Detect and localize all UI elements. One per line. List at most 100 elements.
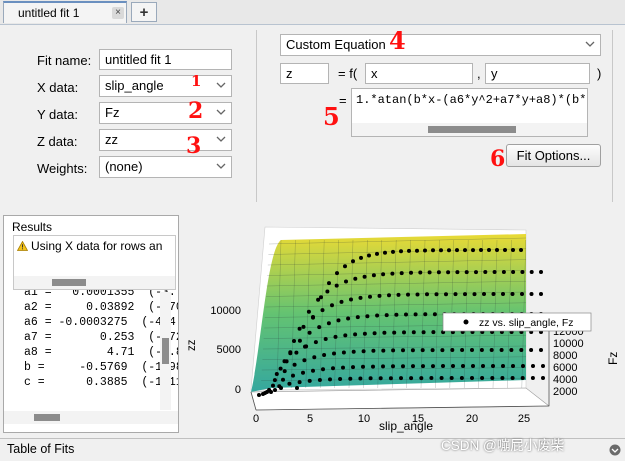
scrollbar-thumb[interactable] xyxy=(34,414,60,421)
data-point xyxy=(471,248,475,253)
data-point xyxy=(368,294,372,299)
data-point xyxy=(261,392,265,396)
tab-untitled-fit-1[interactable]: untitled fit 1 × xyxy=(3,1,127,23)
data-point xyxy=(464,270,469,275)
y-tick-label: 2000 xyxy=(553,386,577,398)
data-point xyxy=(349,297,353,302)
equation-horizontal-scrollbar[interactable] xyxy=(352,123,587,136)
data-point xyxy=(396,292,401,297)
coefficient-row: a6 = -0.0003275 (-4.4 xyxy=(24,316,176,329)
data-point xyxy=(479,248,483,252)
z-axis-label: zz xyxy=(186,339,198,351)
data-point xyxy=(361,364,365,369)
data-point xyxy=(297,338,302,343)
fit-name-field[interactable]: untitled fit 1 xyxy=(99,49,232,70)
data-point xyxy=(391,364,395,369)
scrollbar-thumb[interactable] xyxy=(162,338,169,364)
data-point xyxy=(271,383,275,388)
weights-select[interactable]: (none) xyxy=(99,156,232,178)
chevron-down-icon xyxy=(216,109,226,115)
close-tab-icon[interactable]: × xyxy=(112,7,124,19)
data-point xyxy=(539,270,543,274)
data-point xyxy=(539,348,543,352)
data-point xyxy=(383,250,387,255)
annotation-1: 1 xyxy=(191,72,202,90)
data-point xyxy=(302,358,307,363)
results-horizontal-scrollbar[interactable] xyxy=(4,411,178,424)
data-point xyxy=(461,364,465,368)
data-point xyxy=(431,330,436,335)
add-tab-button[interactable]: + xyxy=(131,2,157,22)
x-tick-label: 20 xyxy=(466,413,478,425)
fit-options-button[interactable]: Fit Options... xyxy=(506,144,601,167)
data-point xyxy=(410,348,415,353)
data-point xyxy=(341,365,345,370)
data-point xyxy=(371,364,375,369)
data-point xyxy=(455,270,460,275)
surface-plot[interactable]: 05000100000 5 10 15 20 2520004000600080001000… xyxy=(181,210,625,436)
close-paren-label: ) xyxy=(597,66,602,81)
data-point xyxy=(365,314,370,319)
data-point xyxy=(446,270,451,275)
data-point xyxy=(317,325,322,330)
table-of-fits-bar[interactable]: Table of Fits CSDN @嘣屁小废柴 xyxy=(0,438,625,461)
y-tick-label: 10000 xyxy=(553,338,584,350)
data-point xyxy=(431,248,435,253)
data-point xyxy=(440,348,445,353)
data-point xyxy=(307,378,312,383)
data-point xyxy=(420,348,425,353)
results-vertical-scrollbar[interactable] xyxy=(160,292,171,410)
independent-variable-2-field[interactable]: y xyxy=(485,63,590,84)
data-point xyxy=(267,387,272,392)
data-point xyxy=(328,377,332,382)
messages-horizontal-scrollbar[interactable] xyxy=(14,276,175,289)
data-point xyxy=(413,312,418,317)
scrollbar-thumb[interactable] xyxy=(52,279,86,286)
annotation-6: 6 xyxy=(490,146,506,172)
data-point xyxy=(472,292,477,297)
annotation-5: 5 xyxy=(323,102,340,131)
data-point xyxy=(418,270,423,275)
data-point xyxy=(430,348,435,353)
tab-label: untitled fit 1 xyxy=(18,6,80,20)
legend-marker xyxy=(463,319,469,325)
fit-type-select[interactable]: Custom Equation xyxy=(280,34,601,56)
data-point xyxy=(311,315,315,319)
chevron-down-icon xyxy=(216,136,226,142)
data-point xyxy=(495,248,499,252)
results-header: Results xyxy=(12,220,53,234)
data-point xyxy=(432,312,437,317)
data-point xyxy=(423,248,427,253)
dependent-variable-field[interactable]: z xyxy=(280,63,329,84)
z-data-select[interactable]: zz xyxy=(99,129,232,151)
comma-label: , xyxy=(477,66,481,81)
independent-variable-1-field[interactable]: x xyxy=(365,63,473,84)
x-data-select[interactable]: slip_angle xyxy=(99,75,232,97)
fit-type-value: Custom Equation xyxy=(286,37,386,52)
z-tick-label: 10000 xyxy=(210,305,241,317)
data-point xyxy=(375,313,380,318)
y-data-select[interactable]: Fz xyxy=(99,102,232,124)
fit-name-label: Fit name: xyxy=(37,53,92,68)
coefficient-row: a7 = 0.253 (-3720, xyxy=(24,331,178,344)
data-point xyxy=(371,348,376,353)
equation-editor[interactable]: 1.*atan(b*x-(a6*y^2+a7*y+a8)*(b*x-a xyxy=(351,88,588,137)
data-point xyxy=(487,248,491,252)
data-point xyxy=(339,299,344,304)
data-point xyxy=(434,292,439,297)
data-point xyxy=(368,376,373,381)
data-point xyxy=(348,376,353,381)
data-point xyxy=(306,309,311,314)
expand-panel-icon[interactable] xyxy=(609,444,621,456)
chevron-down-icon xyxy=(216,82,226,88)
data-point xyxy=(429,376,434,380)
table-of-fits-label: Table of Fits xyxy=(7,442,75,456)
data-point xyxy=(463,292,467,297)
y-data-label: Y data: xyxy=(37,107,78,122)
data-point xyxy=(471,364,475,368)
y-tick-label: 6000 xyxy=(553,362,577,374)
data-point xyxy=(470,348,474,352)
equals-label: = xyxy=(339,93,347,108)
scrollbar-thumb[interactable] xyxy=(428,126,516,133)
data-point xyxy=(377,293,382,298)
